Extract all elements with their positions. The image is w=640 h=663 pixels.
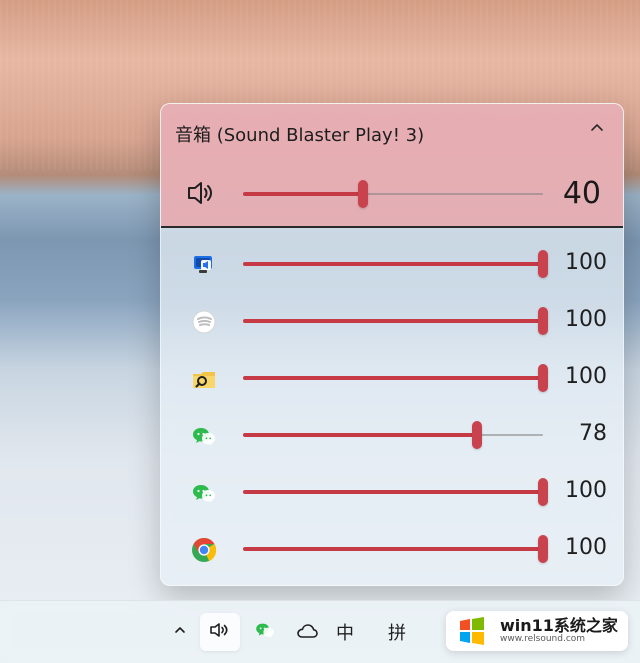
slider-thumb[interactable]	[472, 421, 482, 449]
chevron-up-icon	[172, 622, 188, 643]
ime-mode-label: 中	[336, 623, 354, 644]
app-volume-value: 78	[579, 421, 607, 446]
slider-fill	[243, 547, 543, 551]
chrome-icon	[189, 535, 219, 565]
app-volume-slider[interactable]	[243, 478, 548, 506]
show-hidden-icons-button[interactable]	[166, 613, 194, 651]
app-volume-slider[interactable]	[243, 421, 543, 449]
app-row-system-sounds: 100	[161, 236, 623, 293]
monitor-speaker-icon	[189, 250, 219, 280]
taskbar: 中 拼 win11系统之家 www.relsound.com	[0, 600, 640, 663]
chevron-up-icon	[589, 120, 605, 140]
app-volume-slider[interactable]	[243, 364, 548, 392]
slider-fill	[243, 262, 543, 266]
watermark-sub-text: www.relsound.com	[500, 633, 586, 644]
folder-search-icon	[189, 364, 219, 394]
watermark-badge: win11系统之家 www.relsound.com	[446, 611, 628, 651]
output-device-panel: 音箱 (Sound Blaster Play! 3) 40	[161, 104, 623, 228]
wechat-icon	[253, 618, 277, 647]
slider-fill	[243, 192, 363, 196]
ime-pinyin-label: 拼	[388, 623, 406, 644]
output-device-name: 音箱 (Sound Blaster Play! 3)	[175, 125, 425, 146]
app-volume-slider[interactable]	[243, 307, 548, 335]
master-volume-value: 40	[562, 176, 601, 211]
ime-pinyin-button[interactable]: 拼	[382, 613, 412, 651]
slider-fill	[243, 433, 477, 437]
wechat-icon	[189, 421, 219, 451]
taskbar-cloud-button[interactable]	[290, 613, 324, 651]
app-row-wechat-2: 100	[161, 464, 623, 521]
app-volume-slider[interactable]	[243, 250, 548, 278]
windows-logo-icon	[452, 611, 492, 651]
watermark-main-text: win11系统之家	[500, 615, 618, 635]
app-row-wechat-1: 78	[161, 407, 623, 464]
slider-fill	[243, 319, 543, 323]
app-volume-value: 100	[565, 478, 607, 503]
collapse-button[interactable]	[585, 118, 609, 142]
wechat-icon	[189, 478, 219, 508]
app-volume-value: 100	[565, 535, 607, 560]
taskbar-wechat-button[interactable]	[248, 613, 282, 651]
slider-fill	[243, 490, 543, 494]
master-volume-row: 40	[161, 166, 623, 222]
speaker-volume-icon	[185, 178, 219, 208]
app-row-spotify: 100	[161, 293, 623, 350]
cloud-icon	[295, 621, 319, 644]
app-row-file-explorer: 100	[161, 350, 623, 407]
master-volume-slider[interactable]	[243, 180, 543, 208]
watermark-text: win11系统之家 www.relsound.com	[500, 615, 618, 644]
ime-mode-button[interactable]: 中	[330, 613, 360, 651]
app-volume-slider[interactable]	[243, 535, 548, 563]
app-volume-value: 100	[565, 364, 607, 389]
taskbar-volume-button[interactable]	[200, 613, 240, 651]
spotify-icon	[189, 307, 219, 337]
app-volume-value: 100	[565, 250, 607, 275]
slider-fill	[243, 376, 543, 380]
app-volume-value: 100	[565, 307, 607, 332]
slider-thumb[interactable]	[358, 180, 368, 208]
app-row-chrome: 100	[161, 521, 623, 578]
speaker-volume-icon	[208, 619, 232, 646]
app-volume-list: 100 100 100 78 100 100	[161, 228, 623, 585]
volume-mixer-flyout: 音箱 (Sound Blaster Play! 3) 40 100 100 10…	[160, 103, 624, 586]
